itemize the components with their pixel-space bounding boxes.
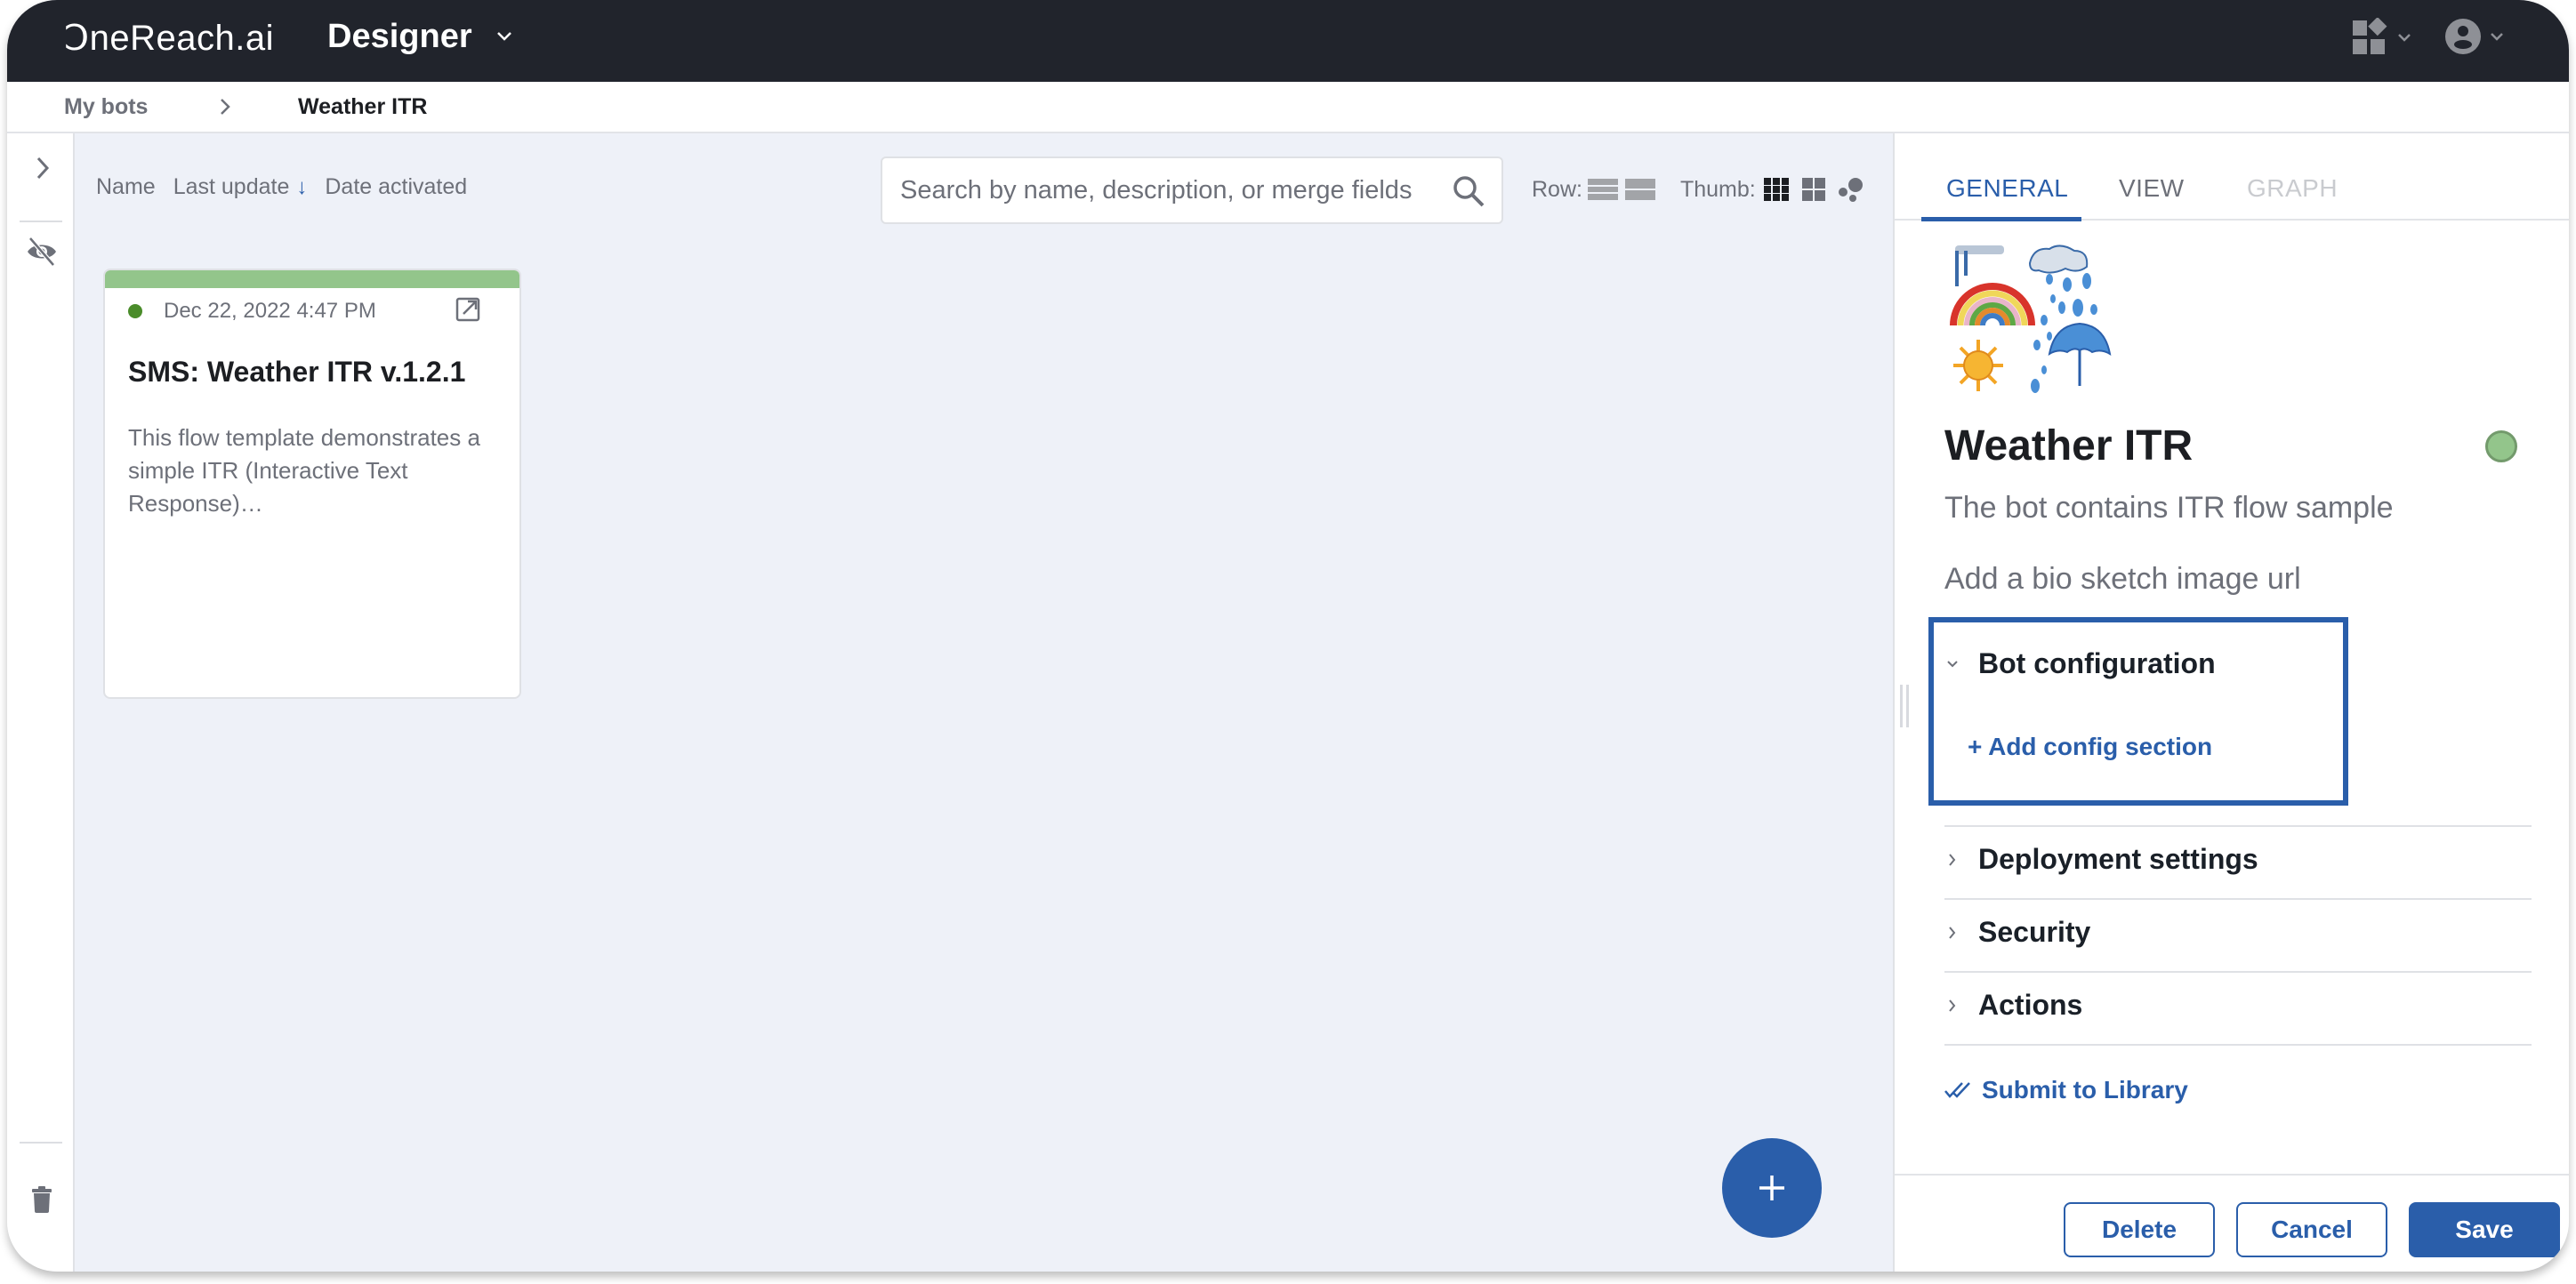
sort-bar: Name Last update ↓ Date activated bbox=[96, 174, 467, 200]
section-bot-configuration[interactable]: Bot configuration bbox=[1944, 647, 2216, 680]
chevron-right-icon bbox=[221, 99, 230, 115]
sidebar-divider bbox=[20, 221, 62, 222]
card-title: SMS: Weather ITR v.1.2.1 bbox=[128, 356, 466, 388]
sidebar-divider bbox=[20, 1142, 62, 1144]
app-switcher-label[interactable]: Designer bbox=[327, 18, 472, 56]
chevron-right-icon bbox=[1949, 853, 1956, 866]
delete-button[interactable]: Delete bbox=[2064, 1202, 2215, 1257]
open-external-icon[interactable] bbox=[455, 297, 480, 322]
onereach-logo[interactable]: ↃneReach.ai bbox=[64, 18, 274, 59]
section-label: Actions bbox=[1978, 989, 2083, 1021]
apps-menu-button[interactable] bbox=[2352, 18, 2412, 57]
trash-icon[interactable] bbox=[32, 1186, 52, 1213]
divider bbox=[1944, 898, 2532, 900]
sort-by-name[interactable]: Name bbox=[96, 174, 156, 200]
chevron-right-icon bbox=[1949, 926, 1956, 939]
card-status-bar bbox=[105, 270, 519, 288]
card-updated: Dec 22, 2022 4:47 PM bbox=[164, 299, 376, 323]
sort-by-date-activated[interactable]: Date activated bbox=[325, 174, 467, 200]
section-security[interactable]: Security bbox=[1944, 916, 2090, 949]
panel-tabs: GENERAL VIEW GRAPH bbox=[1895, 133, 2569, 221]
chevron-down-icon bbox=[2491, 33, 2503, 41]
search-icon[interactable] bbox=[1452, 174, 1485, 208]
thumb-label: Thumb: bbox=[1679, 176, 1756, 202]
breadcrumb-my-bots[interactable]: My bots bbox=[64, 94, 148, 120]
apps-grid-icon bbox=[2353, 18, 2387, 54]
sort-label: Last update bbox=[173, 174, 290, 199]
submit-to-library-label: Submit to Library bbox=[1982, 1076, 2188, 1103]
add-config-section-link[interactable]: + Add config section bbox=[1968, 733, 2212, 761]
chevron-down-icon bbox=[2398, 34, 2411, 42]
double-check-icon bbox=[1944, 1082, 1970, 1098]
graph-bubbles-icon[interactable] bbox=[1836, 176, 1866, 203]
tab-general[interactable]: GENERAL bbox=[1946, 174, 2068, 203]
bot-details-panel: GENERAL VIEW GRAPH Weather ITR The bot c… bbox=[1893, 133, 2569, 1272]
row-compact-icon[interactable] bbox=[1587, 176, 1618, 203]
view-options: Row: Thumb: bbox=[1532, 176, 1873, 203]
thumb-small-grid-icon[interactable] bbox=[1761, 176, 1791, 203]
chevron-down-icon bbox=[1947, 660, 1958, 667]
section-label: Bot configuration bbox=[1978, 647, 2216, 679]
section-label: Security bbox=[1978, 916, 2091, 948]
plus-icon bbox=[1759, 1176, 1784, 1200]
chevron-down-icon[interactable] bbox=[495, 27, 514, 46]
app-window: ↃneReach.ai Designer My bots Weather ITR… bbox=[7, 0, 2569, 1272]
section-actions[interactable]: Actions bbox=[1944, 989, 2082, 1022]
divider bbox=[1944, 825, 2532, 827]
panel-resize-handle[interactable] bbox=[1900, 685, 1909, 727]
expand-sidebar-icon[interactable] bbox=[30, 153, 55, 183]
left-sidebar bbox=[7, 133, 75, 1272]
submit-to-library-link[interactable]: Submit to Library bbox=[1944, 1076, 2188, 1104]
eye-off-icon[interactable] bbox=[25, 235, 59, 269]
bot-status-indicator bbox=[2485, 430, 2517, 462]
card-meta: Dec 22, 2022 4:47 PM bbox=[128, 299, 376, 324]
add-bot-button[interactable] bbox=[1722, 1138, 1822, 1238]
card-description: This flow template demonstrates a simple… bbox=[128, 424, 480, 517]
tab-view[interactable]: VIEW bbox=[2119, 174, 2185, 203]
bio-sketch-url-field[interactable]: Add a bio sketch image url bbox=[1944, 562, 2301, 597]
bot-name[interactable]: Weather ITR bbox=[1944, 421, 2193, 470]
search-input[interactable] bbox=[900, 158, 1434, 222]
account-circle-icon bbox=[2445, 19, 2481, 54]
breadcrumb-current: Weather ITR bbox=[298, 94, 428, 119]
focus-highlight bbox=[1928, 617, 2348, 806]
active-tab-indicator bbox=[1921, 217, 2081, 221]
status-dot bbox=[128, 304, 142, 318]
arrow-down-icon: ↓ bbox=[296, 174, 308, 199]
divider bbox=[1944, 1044, 2532, 1046]
row-large-icon[interactable] bbox=[1624, 176, 1655, 203]
thumb-large-grid-icon[interactable] bbox=[1799, 176, 1829, 203]
breadcrumb: My bots Weather ITR bbox=[7, 82, 2569, 133]
save-button[interactable]: Save bbox=[2409, 1202, 2560, 1257]
sort-by-last-update[interactable]: Last update ↓ bbox=[173, 174, 308, 200]
bot-avatar[interactable] bbox=[1944, 244, 2113, 395]
bot-description[interactable]: The bot contains ITR flow sample bbox=[1944, 491, 2394, 526]
panel-footer: Delete Cancel Save bbox=[1895, 1174, 2569, 1272]
divider bbox=[1944, 971, 2532, 973]
top-header: ↃneReach.ai Designer bbox=[7, 0, 2569, 82]
tab-graph: GRAPH bbox=[2247, 174, 2339, 202]
row-label: Row: bbox=[1532, 176, 1582, 202]
user-menu-button[interactable] bbox=[2444, 18, 2505, 55]
section-deployment-settings[interactable]: Deployment settings bbox=[1944, 843, 2258, 876]
chevron-right-icon bbox=[1949, 999, 1956, 1012]
bots-list-area: Name Last update ↓ Date activated Row: bbox=[75, 133, 1893, 1272]
search-box bbox=[881, 156, 1503, 224]
section-label: Deployment settings bbox=[1978, 843, 2258, 875]
bot-card[interactable]: Dec 22, 2022 4:47 PM SMS: Weather ITR v.… bbox=[103, 269, 521, 699]
cancel-button[interactable]: Cancel bbox=[2236, 1202, 2387, 1257]
